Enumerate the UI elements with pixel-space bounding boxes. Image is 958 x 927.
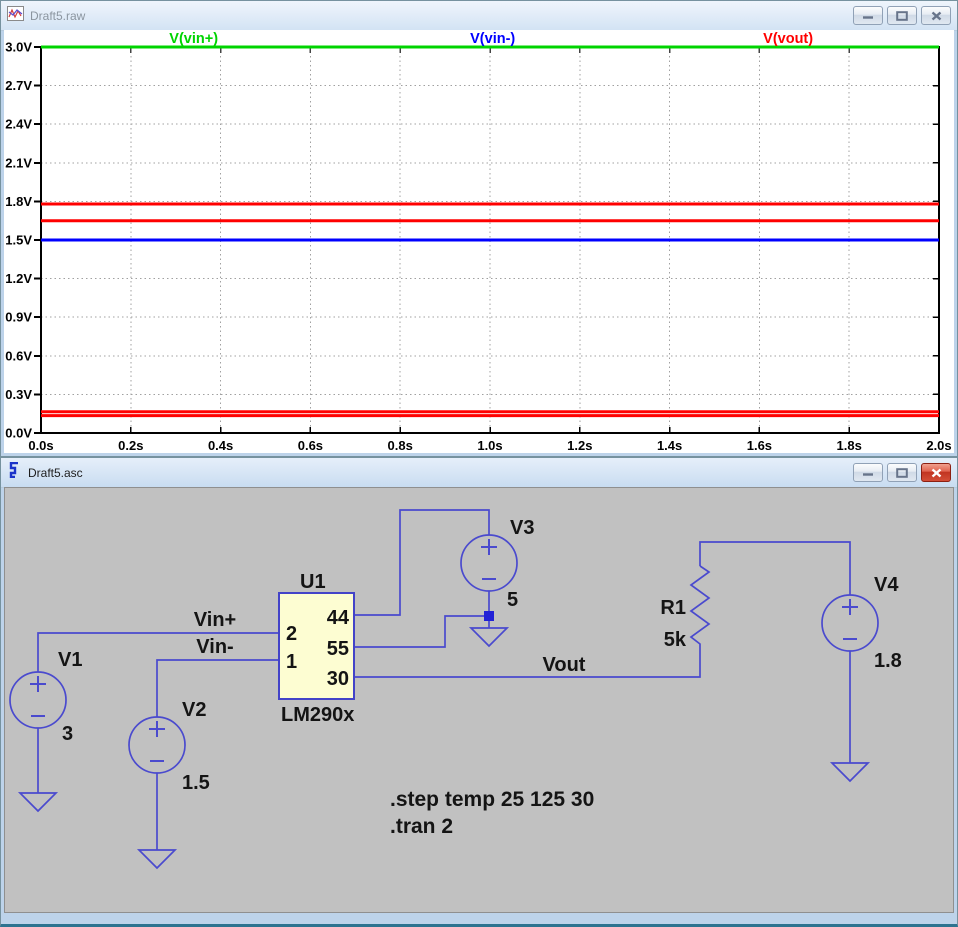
maximize-button[interactable] [887, 6, 917, 25]
component-label: R1 [660, 597, 686, 619]
y-tick-label: 2.4V [5, 117, 32, 132]
net-label-vin-minus[interactable]: Vin- [196, 636, 233, 658]
x-tick-label: 1.0s [477, 438, 502, 453]
part-number: LM290x [281, 704, 354, 726]
ground-icon [136, 849, 178, 870]
x-tick-label: 1.6s [747, 438, 772, 453]
pin-label: 55 [327, 638, 349, 660]
y-tick-label: 0.6V [5, 348, 32, 363]
y-tick-label: 3.0V [5, 40, 32, 55]
component-value: 5k [664, 629, 687, 651]
window-controls [853, 463, 951, 482]
x-tick-label: 0.6s [298, 438, 323, 453]
legend-item[interactable]: V(vin-) [470, 31, 515, 47]
waveform-pane[interactable]: 0.0V0.3V0.6V0.9V1.2V1.5V1.8V2.1V2.4V2.7V… [4, 30, 956, 455]
x-tick-label: 0.2s [118, 438, 143, 453]
legend-item[interactable]: V(vin+) [169, 31, 218, 47]
y-tick-label: 2.7V [5, 78, 32, 93]
x-tick-label: 1.8s [837, 438, 862, 453]
component-label: V1 [58, 649, 82, 671]
ground-icon [468, 627, 510, 648]
component-v3[interactable]: V3 5 [460, 517, 534, 611]
component-label: V3 [510, 517, 534, 539]
y-tick-label: 1.8V [5, 194, 32, 209]
maximize-button[interactable] [887, 463, 917, 482]
y-tick-label: 1.5V [5, 233, 32, 248]
component-label: V2 [182, 699, 206, 721]
minimize-button[interactable] [853, 463, 883, 482]
x-tick-label: 1.4s [657, 438, 682, 453]
waveform-client: 0.0V 0.3V 0.6V 0.9V 1.2V 1.5V 1.8V 2.1V 2.4V 2.7V… [4, 30, 954, 453]
plus-icon [149, 721, 165, 737]
net-label-vin-plus[interactable]: Vin+ [194, 609, 236, 631]
x-tick-label: 0.8s [388, 438, 413, 453]
x-tick-label: 0.4s [208, 438, 233, 453]
plus-icon [30, 676, 46, 692]
close-button[interactable] [921, 6, 951, 25]
pin-label: 1 [286, 651, 297, 673]
spice-directive-tran[interactable]: .tran 2 [390, 815, 453, 838]
waveform-icon [7, 5, 24, 26]
close-button[interactable] [921, 463, 951, 482]
window-waveform: Draft5.raw 0.0V 0.3V 0.6V 0.9V 1.2V 1.5V 1.8V 2… [0, 0, 958, 457]
y-tick-label: 0.3V [5, 387, 32, 402]
component-r1[interactable]: R1 5k [660, 565, 711, 651]
component-value: 5 [507, 589, 518, 611]
pin-label: 30 [327, 668, 349, 690]
plus-icon [842, 599, 858, 615]
x-tick-label: 0.0s [28, 438, 53, 453]
titlebar-schematic[interactable]: Draft5.asc [1, 458, 957, 488]
spice-directive-step[interactable]: .step temp 25 125 30 [390, 788, 594, 811]
window-schematic: Draft5.asc V1 3 V2 1.5 V3 5 V4 1.8 R1 5k… [0, 457, 958, 927]
window-title: Draft5.raw [30, 8, 86, 23]
titlebar-waveform[interactable]: Draft5.raw [1, 1, 957, 31]
component-label: V4 [874, 574, 899, 596]
component-value: 3 [62, 723, 73, 745]
schematic-canvas[interactable]: V1 3 V2 1.5 V3 5 V4 1.8 R1 5k U1 2 1 44 … [5, 488, 955, 916]
junction-node [484, 611, 494, 621]
y-tick-label: 1.2V [5, 271, 32, 286]
component-value: 1.8 [874, 650, 902, 672]
window-title: Draft5.asc [28, 465, 83, 480]
ground-icon [829, 762, 871, 783]
x-tick-label: 1.2s [567, 438, 592, 453]
minimize-button[interactable] [853, 6, 883, 25]
window-controls [853, 6, 951, 25]
component-v1[interactable]: V1 3 [9, 649, 82, 745]
ltspice-icon [7, 461, 22, 483]
component-v4[interactable]: V4 1.8 [821, 574, 902, 672]
component-v2[interactable]: V2 1.5 [128, 699, 210, 794]
net-label-vout[interactable]: Vout [543, 654, 586, 676]
component-label: U1 [300, 571, 326, 593]
x-tick-label: 2.0s [926, 438, 951, 453]
pin-label: 2 [286, 623, 297, 645]
y-tick-label: 0.9V [5, 310, 32, 325]
schematic-client: V1 3 V2 1.5 V3 5 V4 1.8 R1 5k U1 2 1 44 … [4, 487, 954, 913]
plus-icon [481, 539, 497, 555]
legend-item[interactable]: V(vout) [763, 31, 813, 47]
pin-label: 44 [327, 607, 350, 629]
y-tick-label: 2.1V [5, 155, 32, 170]
component-value: 1.5 [182, 772, 210, 794]
ground-icon [17, 792, 59, 813]
desktop: Draft5.raw 0.0V 0.3V 0.6V 0.9V 1.2V 1.5V 1.8V 2… [0, 0, 958, 927]
component-u1[interactable]: U1 2 1 44 55 30 LM290x [278, 571, 355, 726]
